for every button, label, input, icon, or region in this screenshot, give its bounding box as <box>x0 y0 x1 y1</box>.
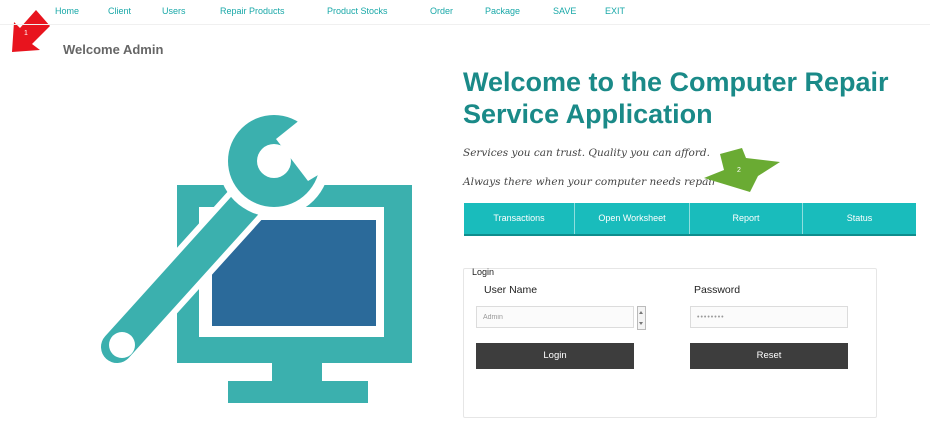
step-marker-2-label: 2 <box>737 167 741 174</box>
welcome-admin-label: Welcome Admin <box>63 42 164 57</box>
login-title: Login <box>472 267 495 277</box>
report-button[interactable]: Report <box>690 203 802 234</box>
action-button-bar: Transactions Open Worksheet Report Statu… <box>464 203 916 234</box>
top-nav: Home Client Users Repair Products Produc… <box>0 0 930 25</box>
nav-client[interactable]: Client <box>108 6 131 16</box>
step-marker-2 <box>704 148 780 192</box>
nav-product-stocks[interactable]: Product Stocks <box>327 6 388 16</box>
username-label: User Name <box>484 284 538 296</box>
nav-home[interactable]: Home <box>55 6 79 16</box>
transactions-button[interactable]: Transactions <box>464 203 574 234</box>
login-panel: Login User Name Password Login Reset <box>463 267 877 418</box>
page-title: Welcome to the Computer Repair Service A… <box>463 67 889 129</box>
repair-logo-icon <box>95 99 412 403</box>
tagline-1: Services you can trust. Quality you can … <box>463 147 710 159</box>
nav-repair-products[interactable]: Repair Products <box>220 6 285 16</box>
step-marker-1-label: 1 <box>24 30 28 37</box>
password-label: Password <box>694 284 741 296</box>
open-worksheet-button[interactable]: Open Worksheet <box>575 203 689 234</box>
nav-package[interactable]: Package <box>485 6 520 16</box>
tagline-2: Always there when your computer needs re… <box>463 176 717 188</box>
login-button[interactable]: Login <box>476 343 634 369</box>
username-input[interactable] <box>476 306 634 328</box>
nav-save[interactable]: SAVE <box>553 6 576 16</box>
username-field-wrap <box>476 303 656 333</box>
password-input[interactable] <box>690 306 848 328</box>
nav-exit[interactable]: EXIT <box>605 6 625 16</box>
status-button[interactable]: Status <box>803 203 916 234</box>
reset-button[interactable]: Reset <box>690 343 848 369</box>
nav-users[interactable]: Users <box>162 6 186 16</box>
nav-order[interactable]: Order <box>430 6 453 16</box>
username-scrollbar[interactable] <box>637 306 646 330</box>
